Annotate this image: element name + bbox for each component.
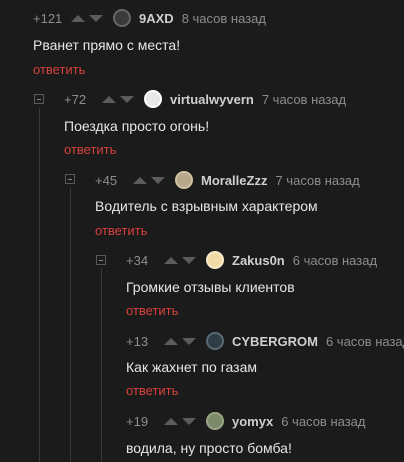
- collapse-toggle-icon[interactable]: [34, 94, 44, 104]
- upvote-icon[interactable]: [71, 14, 85, 22]
- comment-rating: +45: [95, 172, 118, 188]
- comment-thread: +121 9AXD 8 часов назад Рванет прямо с м…: [0, 0, 404, 462]
- comment-text: Рванет прямо с места!: [33, 37, 181, 53]
- comment-time[interactable]: 6 часов назад: [326, 334, 404, 349]
- comment-text: Как жахнет по газам: [126, 359, 257, 375]
- comment-author[interactable]: MoralleZzz: [201, 173, 267, 188]
- comment-time[interactable]: 8 часов назад: [182, 11, 266, 26]
- collapse-toggle-icon[interactable]: [65, 174, 75, 184]
- comment-text: Громкие отзывы клиентов: [126, 279, 295, 295]
- reply-button[interactable]: ответить: [126, 383, 178, 399]
- comment-text: Водитель с взрывным характером: [95, 198, 318, 214]
- avatar[interactable]: [113, 9, 131, 27]
- avatar[interactable]: [175, 171, 193, 189]
- comment-meta: +34 Zakus0n 6 часов назад: [126, 250, 377, 270]
- comment-meta: +19 yomyx 6 часов назад: [126, 411, 365, 431]
- comment-author[interactable]: CYBERGROM: [232, 334, 318, 349]
- comment-author[interactable]: Zakus0n: [232, 253, 285, 268]
- downvote-icon[interactable]: [182, 256, 196, 264]
- thread-branch-line[interactable]: [101, 268, 102, 462]
- comment-author[interactable]: virtualwyvern: [170, 92, 254, 107]
- avatar[interactable]: [206, 332, 224, 350]
- comment-rating: +19: [126, 413, 149, 429]
- downvote-icon[interactable]: [182, 337, 196, 345]
- comment-rating: +13: [126, 333, 149, 349]
- reply-button[interactable]: ответить: [64, 142, 116, 158]
- thread-branch-line[interactable]: [70, 188, 71, 462]
- avatar[interactable]: [144, 90, 162, 108]
- comment-meta: +121 9AXD 8 часов назад: [33, 8, 266, 28]
- comment-meta: +72 virtualwyvern 7 часов назад: [64, 89, 346, 109]
- upvote-icon[interactable]: [133, 176, 147, 184]
- comment-text: водила, ну просто бомба!: [126, 440, 292, 456]
- avatar[interactable]: [206, 251, 224, 269]
- comment-meta: +45 MoralleZzz 7 часов назад: [95, 170, 360, 190]
- avatar[interactable]: [206, 412, 224, 430]
- comment-author[interactable]: 9AXD: [139, 11, 174, 26]
- comment-rating: +72: [64, 91, 87, 107]
- upvote-icon[interactable]: [102, 95, 116, 103]
- comment-time[interactable]: 7 часов назад: [262, 92, 346, 107]
- comment-rating: +34: [126, 252, 149, 268]
- comment-meta: +13 CYBERGROM 6 часов назад: [126, 331, 404, 351]
- reply-button[interactable]: ответить: [95, 223, 147, 239]
- thread-branch-line[interactable]: [39, 108, 40, 462]
- upvote-icon[interactable]: [164, 256, 178, 264]
- upvote-icon[interactable]: [164, 337, 178, 345]
- upvote-icon[interactable]: [164, 417, 178, 425]
- downvote-icon[interactable]: [120, 95, 134, 103]
- reply-button[interactable]: ответить: [33, 62, 85, 78]
- downvote-icon[interactable]: [182, 417, 196, 425]
- comment-author[interactable]: yomyx: [232, 414, 273, 429]
- downvote-icon[interactable]: [151, 176, 165, 184]
- comment-time[interactable]: 7 часов назад: [275, 173, 359, 188]
- comment-time[interactable]: 6 часов назад: [281, 414, 365, 429]
- comment-time[interactable]: 6 часов назад: [293, 253, 377, 268]
- downvote-icon[interactable]: [89, 14, 103, 22]
- comment-text: Поездка просто огонь!: [64, 118, 210, 134]
- reply-button[interactable]: ответить: [126, 303, 178, 319]
- comment-rating: +121: [33, 10, 63, 26]
- collapse-toggle-icon[interactable]: [96, 255, 106, 265]
